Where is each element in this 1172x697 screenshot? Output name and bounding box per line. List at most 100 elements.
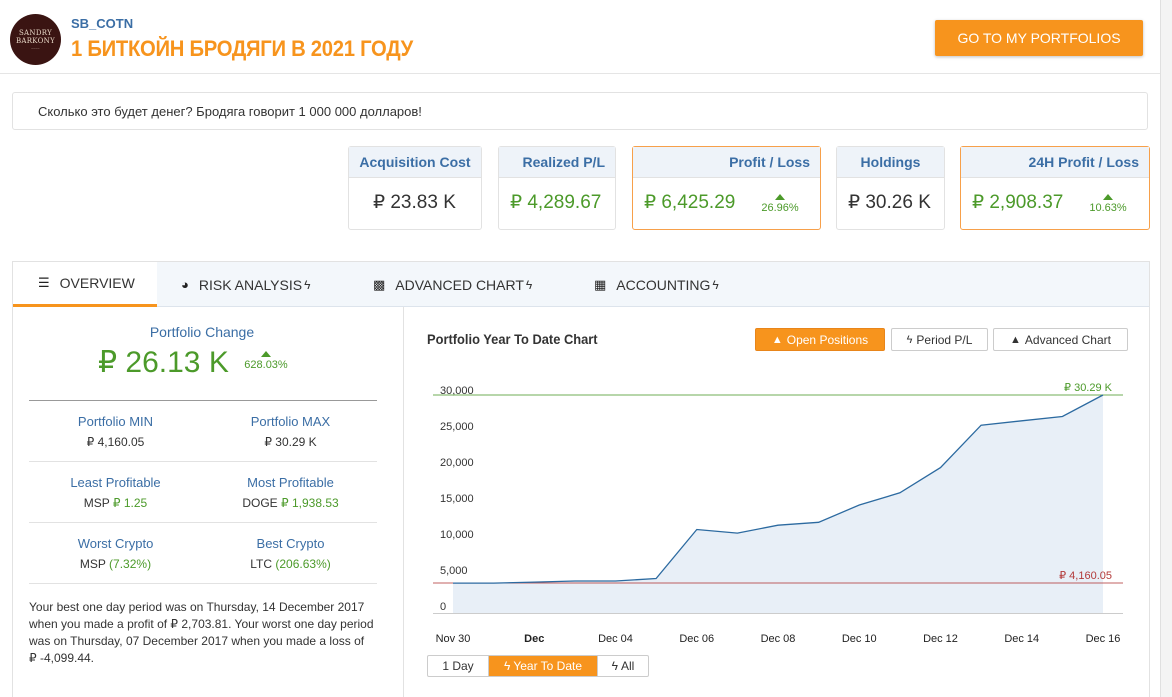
tab-overview[interactable]: ☰ OVERVIEW <box>13 262 157 307</box>
divider <box>29 461 377 462</box>
tab-bar: ☰ OVERVIEW ◕ RISK ANALYSIS ϟ ▩ ADVANCED … <box>12 261 1150 307</box>
card-label: Realized P/L <box>499 147 615 178</box>
stat-portfolio-max: Portfolio MAX ₽ 30.29 K <box>203 414 378 449</box>
card-value: ₽ 2,908.37 <box>972 192 1064 213</box>
x-tick-label: Dec 12 <box>923 633 958 645</box>
coin-symbol: MSP <box>79 557 106 571</box>
card-label: Acquisition Cost <box>349 147 481 178</box>
bolt-icon: ϟ <box>503 659 511 673</box>
portfolio-logo: SANDRY BARKONY ──── <box>10 14 61 65</box>
coin-symbol: LTC <box>250 557 273 571</box>
stat-label: Least Profitable <box>70 475 161 490</box>
portfolio-title: 1 БИТКОЙН БРОДЯГИ В 2021 ГОДУ <box>71 36 413 61</box>
portfolio-change-value: ₽ 26.13 K <box>98 346 229 379</box>
card-value: ₽ 23.83 K <box>373 192 456 213</box>
stat-value: MSP (7.32%) <box>28 557 203 571</box>
bolt-icon: ϟ <box>611 659 618 673</box>
card-pct-value: 10.63% <box>1089 202 1127 214</box>
card-holdings: Holdings ₽ 30.26 K <box>836 146 945 230</box>
divider <box>29 522 377 523</box>
pie-chart-icon: ◕ <box>181 277 189 292</box>
logo-line-1: SANDRY <box>18 28 53 37</box>
range-1-day-button[interactable]: 1 Day <box>428 656 489 676</box>
y-tick-label: 25,000 <box>440 421 474 433</box>
x-tick-label: Dec 14 <box>1004 633 1039 645</box>
tab-label: OVERVIEW <box>59 275 135 291</box>
calculator-icon: ▦ <box>594 276 607 292</box>
stat-label: Worst Crypto <box>77 536 154 551</box>
tab-label: ACCOUNTING <box>616 276 711 293</box>
x-tick-label: Dec 04 <box>598 633 633 645</box>
up-arrow-icon <box>1103 194 1113 200</box>
stat-value: DOGE ₽ 1,938.53 <box>203 496 378 510</box>
logo-line-2: BARKONY <box>15 36 56 45</box>
y-tick-label: 20,000 <box>440 457 474 469</box>
tab-risk-analysis[interactable]: ◕ RISK ANALYSIS ϟ <box>181 262 310 307</box>
divider <box>29 400 377 401</box>
button-label: All <box>621 659 635 673</box>
x-tick-label: Nov 30 <box>436 633 471 645</box>
portfolio-ytd-chart[interactable]: 05,00010,00015,00020,00025,00030,000 ₽ 30… <box>406 307 1150 657</box>
card-acquisition-cost: Acquisition Cost ₽ 23.83 K <box>348 146 482 230</box>
coin-symbol: MSP <box>83 496 110 510</box>
stat-least-profitable: Least Profitable MSP ₽ 1.25 <box>28 475 203 510</box>
list-icon: ☰ <box>38 275 50 290</box>
card-24h-profit-loss: 24H Profit / Loss ₽ 2,908.37 10.63% <box>960 146 1150 230</box>
stat-label: Portfolio MAX <box>250 414 331 429</box>
description-text: Сколько это будет денег? Бродяга говорит… <box>38 103 422 119</box>
coin-value: (206.63%) <box>275 557 331 571</box>
overview-panel: Portfolio Change ₽ 26.13 K 628.03% Portf… <box>12 307 404 697</box>
portfolio-change-pct-value: 628.03% <box>244 359 288 371</box>
x-tick-label: Dec 06 <box>679 633 714 645</box>
stat-worst-crypto: Worst Crypto MSP (7.32%) <box>28 536 203 571</box>
card-value: ₽ 6,425.29 <box>644 192 736 213</box>
up-arrow-icon <box>775 194 785 200</box>
coin-value: ₽ 1,938.53 <box>281 496 339 510</box>
go-to-portfolios-button[interactable]: GO TO MY PORTFOLIOS <box>935 20 1143 56</box>
tab-label: RISK ANALYSIS <box>198 276 303 293</box>
tab-accounting[interactable]: ▦ ACCOUNTING ϟ <box>594 262 719 307</box>
tab-advanced-chart[interactable]: ▩ ADVANCED CHART ϟ <box>373 262 532 307</box>
x-tick-label: Dec 08 <box>761 633 796 645</box>
min-reference-label: ₽ 4,160.05 <box>1059 570 1112 582</box>
card-label: Holdings <box>837 147 944 178</box>
y-tick-label: 10,000 <box>440 529 474 541</box>
card-realized-pl: Realized P/L ₽ 4,289.67 <box>498 146 616 230</box>
range-ytd-button[interactable]: ϟ Year To Date <box>489 656 598 676</box>
bolt-icon: ϟ <box>304 277 311 292</box>
portfolio-description: Сколько это будет денег? Бродяга говорит… <box>12 92 1148 130</box>
card-label: 24H Profit / Loss <box>961 147 1149 178</box>
y-tick-label: 15,000 <box>440 493 474 505</box>
stat-label: Best Crypto <box>256 536 325 551</box>
range-selector: 1 Day ϟ Year To Date ϟ All <box>427 655 649 677</box>
card-pct: 26.96% <box>755 194 805 214</box>
card-pct: 10.63% <box>1083 194 1133 214</box>
bolt-icon: ϟ <box>712 277 719 292</box>
portfolio-change-pct: 628.03% <box>241 351 291 371</box>
card-value: ₽ 4,289.67 <box>510 192 602 213</box>
bolt-icon: ϟ <box>525 277 533 292</box>
x-tick-label: Dec <box>524 633 544 645</box>
y-tick-label: 0 <box>440 601 446 613</box>
scrollbar[interactable] <box>1160 0 1172 697</box>
card-pct-value: 26.96% <box>761 202 799 214</box>
max-reference-label: ₽ 30.29 K <box>1064 382 1113 394</box>
tab-label: ADVANCED CHART <box>395 276 524 293</box>
range-all-button[interactable]: ϟ All <box>598 656 648 676</box>
coin-value: (7.32%) <box>109 557 152 571</box>
stat-value: ₽ 30.29 K <box>264 435 317 449</box>
username[interactable]: SB_COTN <box>71 16 133 31</box>
chart-panel: Portfolio Year To Date Chart ▲ Open Posi… <box>406 307 1150 697</box>
card-value: ₽ 30.26 K <box>848 192 931 213</box>
button-label: Year To Date <box>513 659 583 673</box>
x-tick-label: Dec 16 <box>1086 633 1121 645</box>
stat-value: ₽ 4,160.05 <box>86 435 145 449</box>
coin-value: ₽ 1.25 <box>112 496 148 510</box>
y-tick-label: 5,000 <box>440 565 468 577</box>
x-tick-label: Dec 10 <box>842 633 877 645</box>
bar-chart-icon: ▩ <box>373 276 386 292</box>
card-label: Profit / Loss <box>633 147 820 178</box>
divider <box>29 583 377 584</box>
up-arrow-icon <box>261 351 271 357</box>
best-worst-day-note: Your best one day period was on Thursday… <box>29 600 374 665</box>
